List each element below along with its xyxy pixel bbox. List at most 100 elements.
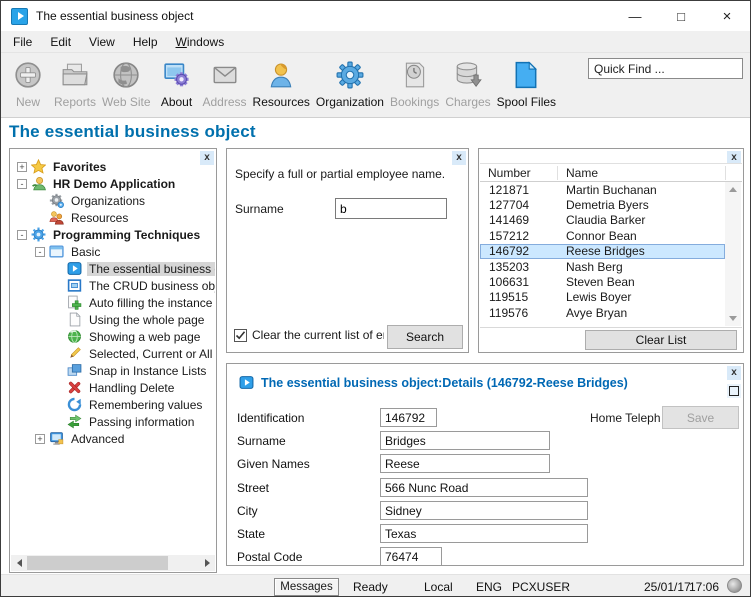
tree-item-hr-demo-application[interactable]: - HR Demo Application (11, 175, 215, 192)
postal-code-label: Postal Code (237, 550, 380, 564)
table-row[interactable]: 119576 Avye Bryan (480, 305, 725, 320)
tree-item-basic[interactable]: - Basic (11, 243, 215, 260)
tree-item-favorites[interactable]: + Favorites (11, 158, 215, 175)
scrollbar-thumb[interactable] (27, 556, 168, 570)
clear-list-checkbox-label[interactable]: Clear the current list of emp (252, 328, 384, 342)
city-input[interactable] (380, 501, 588, 520)
table-row[interactable]: 157212 Connor Bean (480, 228, 725, 243)
search-button[interactable]: Search (387, 325, 463, 349)
resources-button[interactable]: Resources (250, 59, 313, 111)
given-names-label: Given Names (237, 457, 380, 471)
transfer-arrows-icon (67, 414, 82, 429)
table-row[interactable]: 127704 Demetria Byers (480, 197, 725, 212)
tree-item-selected-current-all[interactable]: Selected, Current or All Ent (11, 345, 215, 362)
state-input[interactable] (380, 524, 588, 543)
list-footer: Clear List (480, 327, 742, 351)
tree-item-passing-information[interactable]: Passing information (11, 413, 215, 430)
window-icon (49, 244, 64, 259)
scroll-up-arrow[interactable] (725, 182, 741, 197)
collapse-icon[interactable]: - (17, 179, 27, 189)
details-panel-maximize-button[interactable] (727, 384, 741, 398)
navigation-tree-panel: x + Favorites - HR Demo Application (9, 148, 217, 573)
new-button[interactable]: New (5, 59, 51, 111)
address-button[interactable]: Address (200, 59, 250, 111)
reports-button[interactable]: Reports (51, 59, 99, 111)
tree-item-remembering-values[interactable]: Remembering values (11, 396, 215, 413)
tree-item-whole-page[interactable]: Using the whole page (11, 311, 215, 328)
postal-code-input[interactable] (380, 547, 442, 566)
window-title: The essential business object (36, 9, 193, 23)
scroll-left-arrow[interactable] (11, 555, 27, 571)
details-panel-close-button[interactable]: x (727, 366, 741, 380)
details-title: The essential business object:Details (1… (261, 376, 628, 390)
page-title: The essential business object (9, 122, 256, 142)
table-row[interactable]: 135203 Nash Berg (480, 259, 725, 274)
messages-button[interactable]: Messages (274, 578, 339, 596)
tree-item-snap-instance-lists[interactable]: Snap in Instance Lists (11, 362, 215, 379)
menu-view[interactable]: View (80, 33, 124, 51)
search-instruction: Specify a full or partial employee name. (235, 167, 445, 181)
tree-item-resources[interactable]: Resources (11, 209, 215, 226)
spoolfiles-icon (512, 61, 540, 92)
snap-icon (67, 363, 82, 378)
menu-bar: File Edit View Help Windows (1, 31, 750, 53)
table-row[interactable]: 121871 Martin Buchanan (480, 182, 725, 197)
identification-input[interactable] (380, 408, 437, 427)
expand-icon[interactable]: + (17, 162, 27, 172)
menu-windows[interactable]: Windows (167, 33, 234, 51)
scroll-right-arrow[interactable] (199, 555, 215, 571)
column-header-name[interactable]: Name (558, 166, 726, 180)
minimize-button[interactable]: — (612, 1, 658, 31)
organization-label: Organization (316, 95, 384, 109)
tree-item-web-page[interactable]: Showing a web page (11, 328, 215, 345)
bookings-button[interactable]: Bookings (387, 59, 442, 111)
clear-list-button[interactable]: Clear List (585, 330, 737, 350)
table-row-selected[interactable]: 146792 Reese Bridges (480, 244, 725, 259)
bookings-label: Bookings (390, 95, 439, 109)
table-row[interactable]: 119515 Lewis Boyer (480, 290, 725, 305)
techniques-gear-icon (31, 227, 46, 242)
surname-input[interactable] (335, 198, 447, 219)
save-button[interactable]: Save (662, 406, 739, 429)
menu-file[interactable]: File (4, 33, 41, 51)
tree-item-handling-delete[interactable]: Handling Delete (11, 379, 215, 396)
surname-detail-input[interactable] (380, 431, 550, 450)
street-input[interactable] (380, 478, 588, 497)
clear-list-checkbox[interactable] (234, 329, 247, 342)
menu-edit[interactable]: Edit (41, 33, 80, 51)
collapse-icon[interactable]: - (35, 247, 45, 257)
column-header-number[interactable]: Number (480, 166, 558, 180)
charges-button[interactable]: Charges (442, 59, 493, 111)
tree-item-essential-business-object[interactable]: The essential business obje (11, 260, 215, 277)
scroll-down-arrow[interactable] (725, 311, 741, 326)
menu-help[interactable]: Help (124, 33, 167, 51)
collapse-icon[interactable]: - (17, 230, 27, 240)
website-button[interactable]: Web Site (99, 59, 153, 111)
tree-item-advanced[interactable]: + Advanced (11, 430, 215, 447)
tree-horizontal-scrollbar[interactable] (11, 555, 215, 571)
tree-item-organizations[interactable]: Organizations (11, 192, 215, 209)
address-label: Address (203, 95, 247, 109)
about-label: About (161, 95, 192, 109)
find-panel-close-button[interactable]: x (452, 151, 466, 165)
expand-icon[interactable]: + (35, 434, 45, 444)
given-names-input[interactable] (380, 454, 550, 473)
status-ready: Ready (353, 580, 388, 594)
refresh-icon (67, 397, 82, 412)
table-row[interactable]: 141469 Claudia Barker (480, 213, 725, 228)
close-button[interactable]: × (704, 1, 750, 31)
spoolfiles-button[interactable]: Spool Files (494, 59, 559, 111)
tree-item-programming-techniques[interactable]: - Programming Techniques (11, 226, 215, 243)
quick-find-input[interactable] (588, 58, 743, 79)
organization-button[interactable]: Organization (313, 59, 387, 111)
about-button[interactable]: About (154, 59, 200, 111)
tree-item-auto-filling[interactable]: Auto filling the instance list (11, 294, 215, 311)
list-vertical-scrollbar[interactable] (725, 182, 741, 326)
table-row[interactable]: 106631 Steven Bean (480, 274, 725, 289)
maximize-button[interactable]: □ (658, 1, 704, 31)
delete-x-icon (67, 380, 82, 395)
organization-icon (336, 61, 364, 92)
tree: + Favorites - HR Demo Application (11, 158, 215, 554)
charges-label: Charges (445, 95, 490, 109)
tree-item-crud-business-object[interactable]: The CRUD business object (11, 277, 215, 294)
